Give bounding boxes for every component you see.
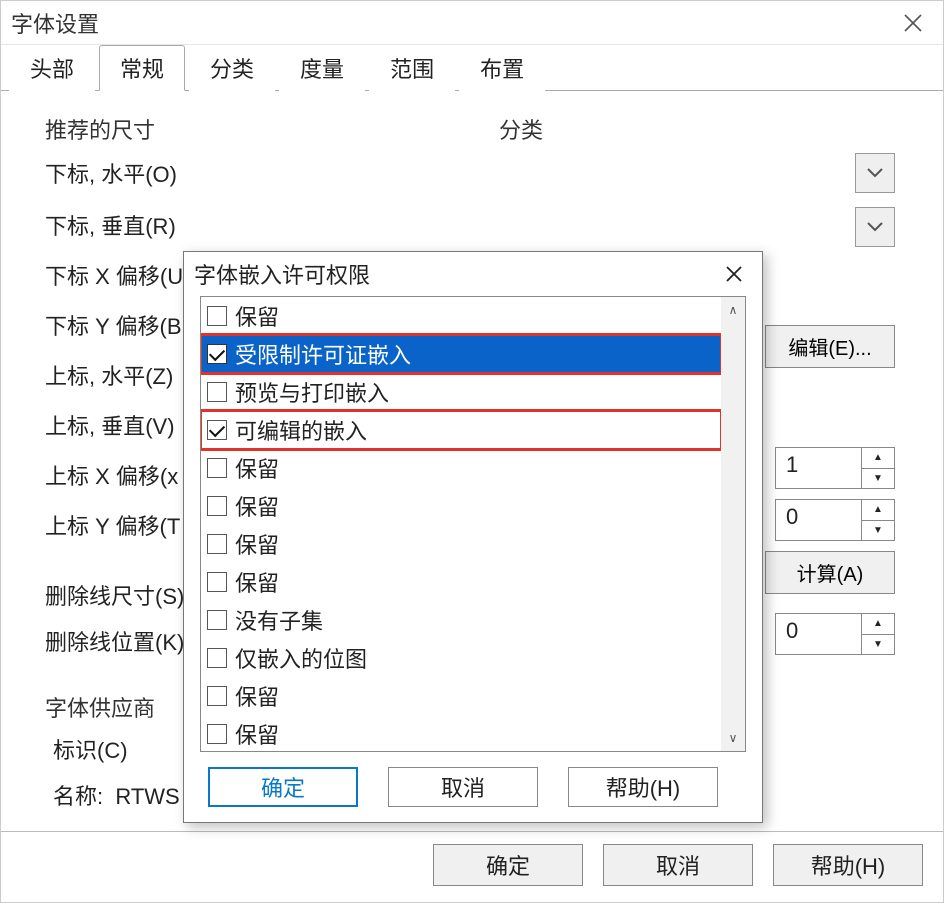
label-sup-horiz: 上标, 水平(Z) — [45, 359, 173, 391]
main-window: 字体设置 头部常规分类度量范围布置 推荐的尺寸 分类 下标, 水平(O) 下标,… — [0, 0, 944, 903]
scrollbar[interactable]: ∧ ∨ — [721, 297, 745, 751]
list-item[interactable]: 预览与打印嵌入 — [201, 373, 721, 411]
scroll-track[interactable] — [721, 323, 745, 725]
dialog-close-icon[interactable] — [716, 256, 752, 292]
spin-1-value[interactable]: 1 — [775, 447, 861, 489]
help-button[interactable]: 帮助(H) — [773, 844, 923, 886]
list-item[interactable]: 仅嵌入的位图 — [201, 639, 721, 677]
checkbox[interactable] — [207, 572, 227, 592]
checkbox[interactable] — [207, 686, 227, 706]
checkbox[interactable] — [207, 610, 227, 630]
list-item-label: 保留 — [235, 452, 279, 484]
list-item-label: 保留 — [235, 718, 279, 750]
list-item[interactable]: 保留 — [201, 715, 721, 751]
dialog-title: 字体嵌入许可权限 — [194, 258, 716, 290]
list-item-label: 保留 — [235, 490, 279, 522]
tab-0[interactable]: 头部 — [9, 45, 95, 91]
label-sup-vert: 上标, 垂直(V) — [45, 409, 175, 441]
tab-4[interactable]: 范围 — [369, 45, 455, 91]
label-sup-yoff: 上标 Y 偏移(T — [45, 509, 180, 541]
tab-3[interactable]: 度量 — [279, 45, 365, 91]
list-item-label: 保留 — [235, 680, 279, 712]
tab-1[interactable]: 常规 — [99, 45, 185, 91]
edit-button[interactable]: 编辑(E)... — [765, 325, 895, 368]
permissions-listbox[interactable]: 保留受限制许可证嵌入预览与打印嵌入可编辑的嵌入保留保留保留保留没有子集仅嵌入的位… — [200, 296, 746, 752]
list-item-label: 受限制许可证嵌入 — [235, 338, 411, 370]
list-item-label: 保留 — [235, 566, 279, 598]
list-item-label: 仅嵌入的位图 — [235, 642, 367, 674]
checkbox[interactable] — [207, 534, 227, 554]
spin-3-up[interactable]: ▲ — [862, 614, 894, 635]
tab-2[interactable]: 分类 — [189, 45, 275, 91]
dialog-help-button[interactable]: 帮助(H) — [568, 767, 718, 807]
list-item-label: 预览与打印嵌入 — [235, 376, 389, 408]
checkbox[interactable] — [207, 458, 227, 478]
label-sub-vert: 下标, 垂直(R) — [45, 209, 176, 241]
tab-bar: 头部常规分类度量范围布置 — [1, 45, 943, 91]
scroll-down-icon[interactable]: ∨ — [721, 725, 745, 751]
spin-3[interactable]: 0 ▲▼ — [775, 613, 895, 655]
groupbox-category-label: 分类 — [499, 113, 543, 145]
list-item[interactable]: 保留 — [201, 487, 721, 525]
scroll-up-icon[interactable]: ∧ — [721, 297, 745, 323]
cancel-button[interactable]: 取消 — [603, 844, 753, 886]
checkbox[interactable] — [207, 420, 227, 440]
spin-1[interactable]: 1 ▲▼ — [775, 447, 895, 489]
checkbox[interactable] — [207, 382, 227, 402]
groupbox-vendor-label: 字体供应商 — [45, 691, 155, 723]
spin-2[interactable]: 0 ▲▼ — [775, 499, 895, 541]
list-item[interactable]: 保留 — [201, 525, 721, 563]
label-strike-size: 删除线尺寸(S) — [45, 579, 184, 611]
list-item[interactable]: 没有子集 — [201, 601, 721, 639]
main-buttons: 确定 取消 帮助(H) — [433, 844, 923, 886]
checkbox[interactable] — [207, 648, 227, 668]
dialog-titlebar: 字体嵌入许可权限 — [184, 252, 762, 296]
spin-3-down[interactable]: ▼ — [862, 635, 894, 655]
list-item-label: 保留 — [235, 528, 279, 560]
ok-button[interactable]: 确定 — [433, 844, 583, 886]
spin-2-up[interactable]: ▲ — [862, 500, 894, 521]
list-item[interactable]: 保留 — [201, 297, 721, 335]
spin-3-value[interactable]: 0 — [775, 613, 861, 655]
list-item[interactable]: 保留 — [201, 563, 721, 601]
checkbox[interactable] — [207, 306, 227, 326]
spin-1-down[interactable]: ▼ — [862, 469, 894, 489]
spin-1-up[interactable]: ▲ — [862, 448, 894, 469]
dialog-cancel-button[interactable]: 取消 — [388, 767, 538, 807]
close-icon[interactable] — [893, 3, 933, 43]
calc-button[interactable]: 计算(A) — [765, 551, 895, 594]
list-item[interactable]: 受限制许可证嵌入 — [201, 335, 721, 373]
checkbox[interactable] — [207, 724, 227, 744]
label-strike-pos: 删除线位置(K) — [45, 625, 184, 657]
category-combo-2-arrow[interactable] — [855, 207, 895, 247]
list-item[interactable]: 保留 — [201, 677, 721, 715]
main-titlebar: 字体设置 — [1, 1, 943, 45]
dialog-ok-button[interactable]: 确定 — [208, 767, 358, 807]
label-sub-yoff: 下标 Y 偏移(B — [45, 309, 182, 341]
vendor-name-label: 名称: RTWS — [53, 779, 180, 811]
dialog-body: 保留受限制许可证嵌入预览与打印嵌入可编辑的嵌入保留保留保留保留没有子集仅嵌入的位… — [184, 296, 762, 752]
checkbox[interactable] — [207, 344, 227, 364]
content-area: 推荐的尺寸 分类 下标, 水平(O) 下标, 垂直(R) 下标 X 偏移(U 下… — [1, 91, 943, 902]
dialog-buttons: 确定 取消 帮助(H) — [184, 752, 762, 822]
vendor-id-label: 标识(C) — [53, 733, 128, 765]
list-item-label: 保留 — [235, 300, 279, 332]
permissions-dialog: 字体嵌入许可权限 保留受限制许可证嵌入预览与打印嵌入可编辑的嵌入保留保留保留保留… — [183, 251, 763, 823]
list-item-label: 没有子集 — [235, 604, 323, 636]
list-item[interactable]: 保留 — [201, 449, 721, 487]
category-combo-1-arrow[interactable] — [855, 153, 895, 193]
main-title: 字体设置 — [11, 7, 893, 39]
list-item[interactable]: 可编辑的嵌入 — [201, 411, 721, 449]
spin-2-down[interactable]: ▼ — [862, 521, 894, 541]
label-sup-xoff: 上标 X 偏移(x — [45, 459, 178, 491]
groupbox-recommended-label: 推荐的尺寸 — [45, 113, 155, 145]
label-sub-horiz: 下标, 水平(O) — [45, 157, 177, 189]
checkbox[interactable] — [207, 496, 227, 516]
label-sub-xoff: 下标 X 偏移(U — [45, 259, 183, 291]
list-item-label: 可编辑的嵌入 — [235, 414, 367, 446]
tab-5[interactable]: 布置 — [459, 45, 545, 91]
spin-2-value[interactable]: 0 — [775, 499, 861, 541]
separator — [1, 831, 943, 832]
